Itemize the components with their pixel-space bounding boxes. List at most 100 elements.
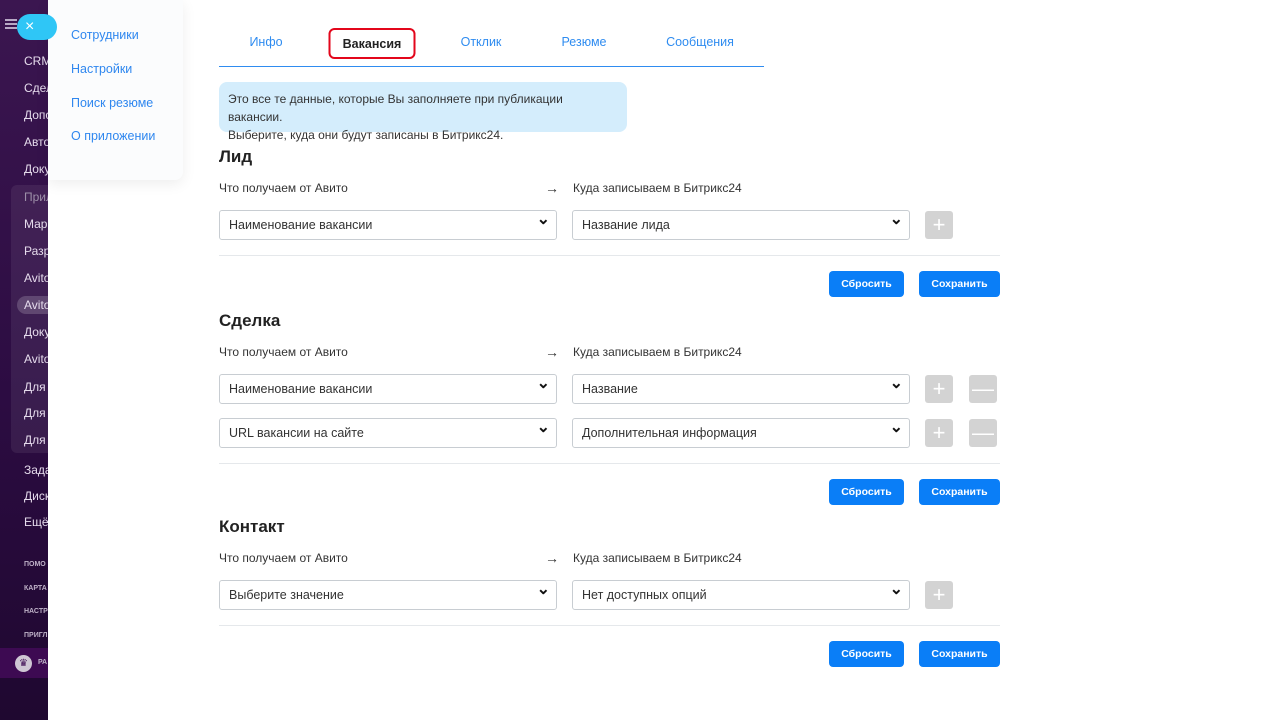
section-title: Лид bbox=[219, 147, 253, 166]
sidebar-item[interactable]: Авто bbox=[24, 135, 48, 149]
left-sidebar: CRM Сдел Допо Авто Доку Прил Марк Разр Avito Avit… bbox=[0, 0, 48, 720]
add-row-button[interactable]: + bbox=[925, 375, 953, 403]
select-value: Выберите значение bbox=[229, 588, 344, 602]
plan-label: РА bbox=[38, 659, 48, 666]
from-label: Что получаем от Авито bbox=[219, 345, 348, 359]
avito-field-select[interactable]: URL вакансии на сайте ⌄ bbox=[219, 418, 557, 448]
bitrix-field-select[interactable]: Дополнительная информация ⌄ bbox=[572, 418, 910, 448]
reset-button[interactable]: Сбросить bbox=[829, 271, 904, 297]
avito-field-select[interactable]: Наименование вакансии ⌄ bbox=[219, 374, 557, 404]
arrow-icon: → bbox=[545, 344, 559, 360]
sidebar-item[interactable]: Допо bbox=[24, 108, 48, 122]
mapping-section: Контакт Что получаем от Авито → Куда зап… bbox=[219, 515, 1000, 667]
arrow-icon: → bbox=[545, 550, 559, 566]
sidebar-small-item[interactable]: КАРТА bbox=[24, 585, 47, 592]
chevron-down-icon: ⌄ bbox=[889, 419, 903, 436]
mapping-row: Наименование вакансии ⌄ Название лида ⌄ + bbox=[219, 210, 1000, 240]
divider bbox=[219, 463, 1000, 464]
select-value: Дополнительная информация bbox=[582, 426, 757, 440]
plus-icon: + bbox=[932, 376, 946, 401]
to-label: Куда записываем в Битрикс24 bbox=[573, 551, 742, 565]
sidebar-item[interactable]: Разр bbox=[24, 244, 48, 258]
remove-row-button[interactable]: — bbox=[969, 375, 997, 403]
plus-icon: + bbox=[932, 420, 946, 445]
column-labels: Что получаем от Авито → Куда записываем … bbox=[219, 548, 1000, 568]
chevron-down-icon: ⌄ bbox=[889, 581, 903, 598]
sidebar-item[interactable]: Доку bbox=[24, 162, 48, 176]
select-value: Название bbox=[582, 382, 638, 396]
sidebar-item[interactable]: Зада bbox=[24, 463, 48, 477]
tab-resume[interactable]: Резюме bbox=[562, 35, 607, 49]
mapping-section: Сделка Что получаем от Авито → Куда запи… bbox=[219, 309, 1000, 505]
bitrix-field-select[interactable]: Нет доступных опций ⌄ bbox=[572, 580, 910, 610]
sidebar-item[interactable]: Ещё bbox=[24, 515, 48, 529]
crown-icon: ♛ bbox=[15, 655, 32, 672]
info-banner: Это все те данные, которые Вы заполняете… bbox=[219, 82, 627, 142]
avito-field-select[interactable]: Выберите значение ⌄ bbox=[219, 580, 557, 610]
minus-icon: — bbox=[972, 420, 994, 445]
menu-item-settings[interactable]: Настройки bbox=[71, 62, 132, 76]
sidebar-small-item[interactable]: ПОМО bbox=[24, 561, 46, 568]
add-row-button[interactable]: + bbox=[925, 211, 953, 239]
sidebar-item[interactable]: Avito bbox=[24, 352, 48, 366]
sidebar-item[interactable]: Диск bbox=[24, 489, 48, 503]
add-row-button[interactable]: + bbox=[925, 419, 953, 447]
from-label: Что получаем от Авито bbox=[219, 181, 348, 195]
sidebar-small-item[interactable]: НАСТР bbox=[24, 608, 48, 615]
sidebar-item[interactable]: Марк bbox=[24, 217, 48, 231]
tab-info[interactable]: Инфо bbox=[249, 35, 282, 49]
column-labels: Что получаем от Авито → Куда записываем … bbox=[219, 178, 1000, 198]
from-label: Что получаем от Авито bbox=[219, 551, 348, 565]
save-button[interactable]: Сохранить bbox=[919, 641, 1000, 667]
sidebar-item[interactable]: Доку bbox=[24, 325, 48, 339]
sidebar-small-item[interactable]: ПРИГЛ bbox=[24, 632, 47, 639]
save-button[interactable]: Сохранить bbox=[919, 479, 1000, 505]
sidebar-item[interactable]: Avito bbox=[24, 298, 48, 312]
sidebar-item[interactable]: Для т bbox=[24, 433, 48, 447]
remove-row-button[interactable]: — bbox=[969, 419, 997, 447]
select-value: Нет доступных опций bbox=[582, 588, 707, 602]
sidebar-item[interactable]: Прил bbox=[24, 190, 48, 204]
menu-item-resume-search[interactable]: Поиск резюме bbox=[71, 96, 153, 110]
to-label: Куда записываем в Битрикс24 bbox=[573, 181, 742, 195]
sidebar-item[interactable]: Avito bbox=[24, 271, 48, 285]
plus-icon: + bbox=[932, 582, 946, 607]
chevron-down-icon: ⌄ bbox=[536, 375, 550, 392]
tab-messages[interactable]: Сообщения bbox=[666, 35, 734, 49]
minus-icon: — bbox=[972, 376, 994, 401]
plus-icon: + bbox=[932, 212, 946, 237]
bitrix-field-select[interactable]: Название лида ⌄ bbox=[572, 210, 910, 240]
bitrix-field-select[interactable]: Название ⌄ bbox=[572, 374, 910, 404]
sidebar-item[interactable]: Сдел bbox=[24, 81, 48, 95]
sidebar-item[interactable]: Для т bbox=[24, 380, 48, 394]
sidebar-item[interactable]: CRM bbox=[24, 54, 48, 68]
save-button[interactable]: Сохранить bbox=[919, 271, 1000, 297]
chevron-down-icon: ⌄ bbox=[536, 211, 550, 228]
tabs-underline bbox=[219, 66, 764, 67]
close-button[interactable]: × bbox=[17, 14, 57, 40]
menu-item-employees[interactable]: Сотрудники bbox=[71, 28, 139, 42]
section-title: Контакт bbox=[219, 517, 285, 536]
chevron-down-icon: ⌄ bbox=[889, 211, 903, 228]
hamburger-icon[interactable] bbox=[5, 19, 17, 29]
chevron-down-icon: ⌄ bbox=[536, 581, 550, 598]
info-line-1: Это все те данные, которые Вы заполняете… bbox=[228, 92, 563, 124]
tab-vacancy[interactable]: Вакансия bbox=[328, 28, 416, 59]
info-line-2: Выберите, куда они будут записаны в Битр… bbox=[228, 128, 504, 142]
reset-button[interactable]: Сбросить bbox=[829, 479, 904, 505]
sidebar-item[interactable]: Для т bbox=[24, 406, 48, 420]
reset-button[interactable]: Сбросить bbox=[829, 641, 904, 667]
mapping-row: Выберите значение ⌄ Нет доступных опций ⌄ … bbox=[219, 580, 1000, 610]
select-value: Наименование вакансии bbox=[229, 218, 373, 232]
avito-field-select[interactable]: Наименование вакансии ⌄ bbox=[219, 210, 557, 240]
chevron-down-icon: ⌄ bbox=[536, 419, 550, 436]
app-menu-popup: Сотрудники Настройки Поиск резюме О прил… bbox=[48, 0, 183, 180]
tab-response[interactable]: Отклик bbox=[461, 35, 502, 49]
chevron-down-icon: ⌄ bbox=[889, 375, 903, 392]
menu-item-about[interactable]: О приложении bbox=[71, 129, 155, 143]
add-row-button[interactable]: + bbox=[925, 581, 953, 609]
select-value: Название лида bbox=[582, 218, 670, 232]
divider bbox=[219, 255, 1000, 256]
to-label: Куда записываем в Битрикс24 bbox=[573, 345, 742, 359]
arrow-icon: → bbox=[545, 180, 559, 196]
